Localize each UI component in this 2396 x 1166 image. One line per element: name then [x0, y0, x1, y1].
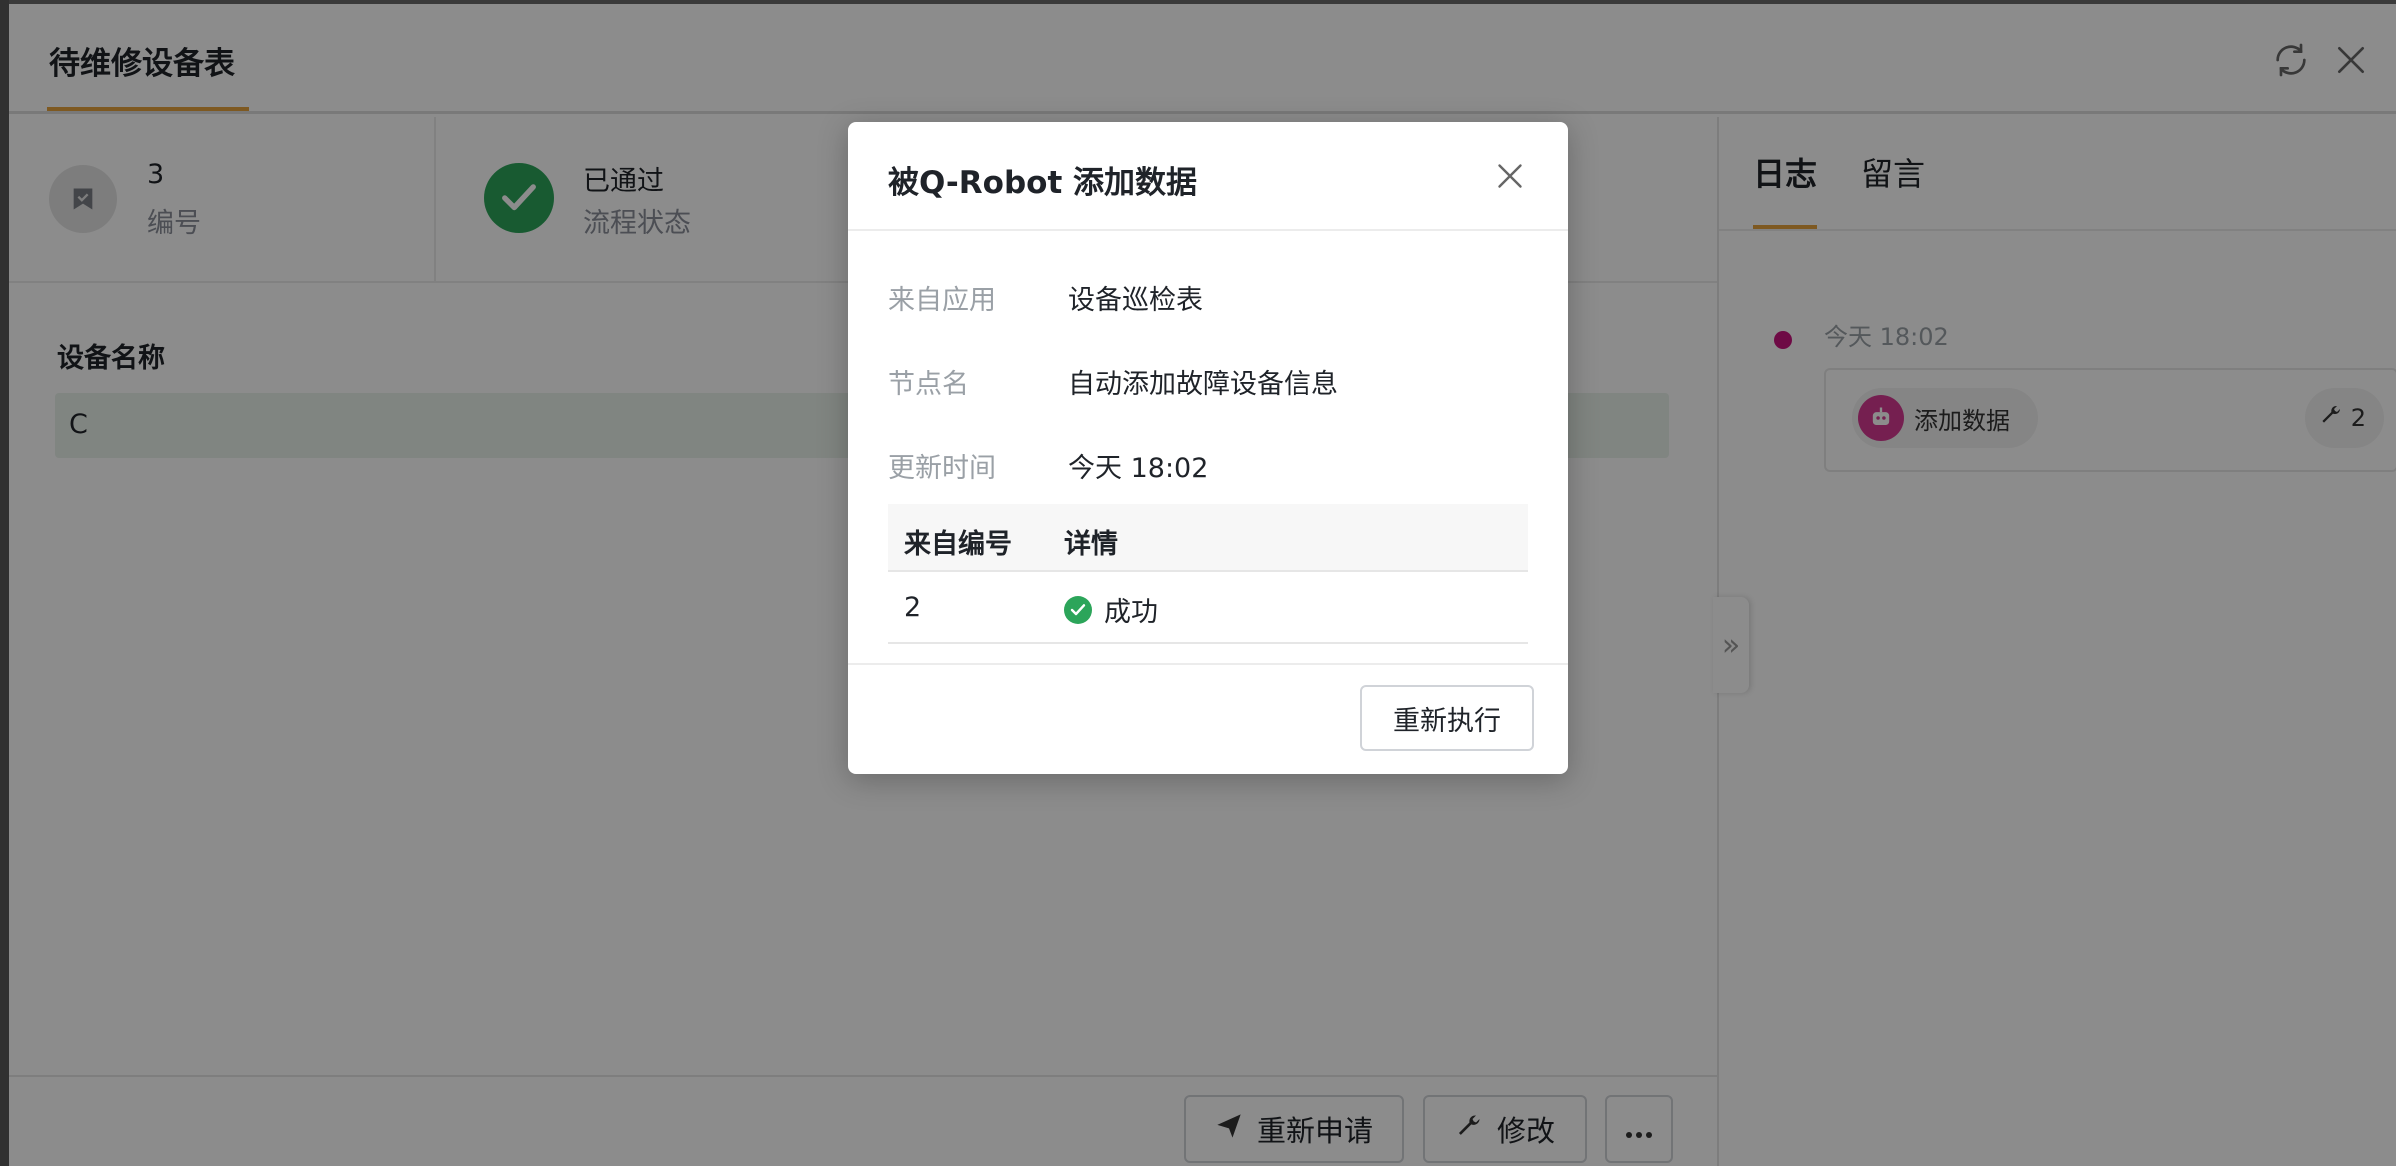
update-time-value: 今天 18:02: [1068, 453, 1209, 484]
table-header: 来自编号 详情: [888, 504, 1528, 572]
dialog-title: 被Q-Robot 添加数据: [888, 165, 1198, 201]
column-source-id: 来自编号: [904, 529, 1012, 560]
node-name-value: 自动添加故障设备信息: [1068, 369, 1338, 400]
table-row[interactable]: 2 成功: [888, 574, 1528, 644]
update-time-key: 更新时间: [888, 453, 996, 484]
dialog-header: 被Q-Robot 添加数据: [848, 122, 1568, 231]
source-app-value: 设备巡检表: [1068, 285, 1203, 316]
column-detail: 详情: [1064, 529, 1118, 560]
success-check-icon: [1064, 595, 1092, 624]
dialog-footer: 重新执行: [848, 663, 1568, 774]
row-source-id: 2: [904, 592, 922, 623]
row-detail-text: 成功: [1104, 597, 1158, 628]
close-icon[interactable]: [1492, 158, 1528, 194]
node-name-key: 节点名: [888, 369, 969, 400]
row-detail: 成功: [1064, 590, 1158, 629]
rerun-button[interactable]: 重新执行: [1360, 685, 1534, 751]
source-app-key: 来自应用: [888, 285, 996, 316]
robot-log-dialog: 被Q-Robot 添加数据 来自应用 设备巡检表 节点名 自动添加故障设备信息 …: [848, 122, 1568, 774]
